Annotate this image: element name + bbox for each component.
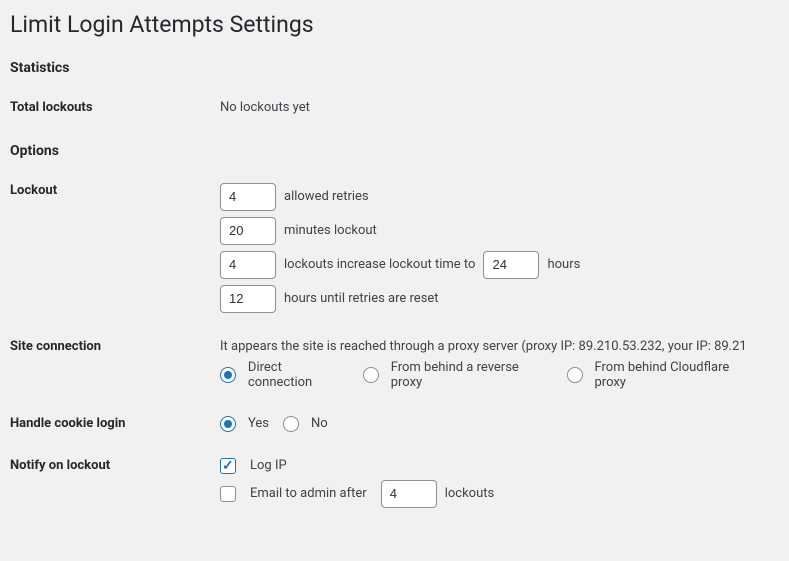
log-ip-checkbox[interactable] [220,458,236,474]
allowed-retries-input[interactable] [220,183,276,211]
cookie-no-label: No [311,416,328,431]
cloudflare-proxy-label: From behind Cloudflare proxy [595,360,764,390]
statistics-table: Total lockouts No lockouts yet [10,94,769,135]
email-admin-label-before: Email to admin after [250,486,367,501]
lockouts-increase-input[interactable] [220,251,276,279]
lockouts-increase-text-before: lockouts increase lockout time to [284,257,475,272]
email-admin-label-after: lockouts [445,486,495,501]
cookie-login-label: Handle cookie login [10,410,220,452]
reverse-proxy-label: From behind a reverse proxy [391,360,553,390]
log-ip-label: Log IP [250,458,287,473]
total-lockouts-label: Total lockouts [10,94,220,135]
reset-hours-input[interactable] [220,285,276,313]
proxy-note: It appears the site is reached through a… [220,339,769,354]
direct-connection-radio[interactable] [220,367,236,383]
cloudflare-proxy-radio[interactable] [567,367,583,383]
email-admin-checkbox[interactable] [220,486,236,502]
options-table: Lockout allowed retries minutes lockout … [10,177,769,528]
site-connection-label: Site connection [10,333,220,410]
page-title: Limit Login Attempts Settings [10,10,769,40]
direct-connection-label: Direct connection [248,360,349,390]
minutes-lockout-text: minutes lockout [284,223,377,238]
lockouts-increase-hours-input[interactable] [483,251,539,279]
cookie-no-radio[interactable] [283,416,299,432]
cookie-yes-radio[interactable] [220,416,236,432]
allowed-retries-text: allowed retries [284,189,369,204]
notify-lockout-label: Notify on lockout [10,452,220,528]
reset-hours-text: hours until retries are reset [284,291,439,306]
total-lockouts-value: No lockouts yet [220,94,769,135]
cookie-yes-label: Yes [248,416,269,431]
reverse-proxy-radio[interactable] [363,367,379,383]
email-admin-count-input[interactable] [381,480,437,508]
minutes-lockout-input[interactable] [220,217,276,245]
options-heading: Options [10,143,769,159]
lockout-label: Lockout [10,177,220,333]
lockouts-increase-text-after: hours [547,257,580,272]
statistics-heading: Statistics [10,60,769,76]
